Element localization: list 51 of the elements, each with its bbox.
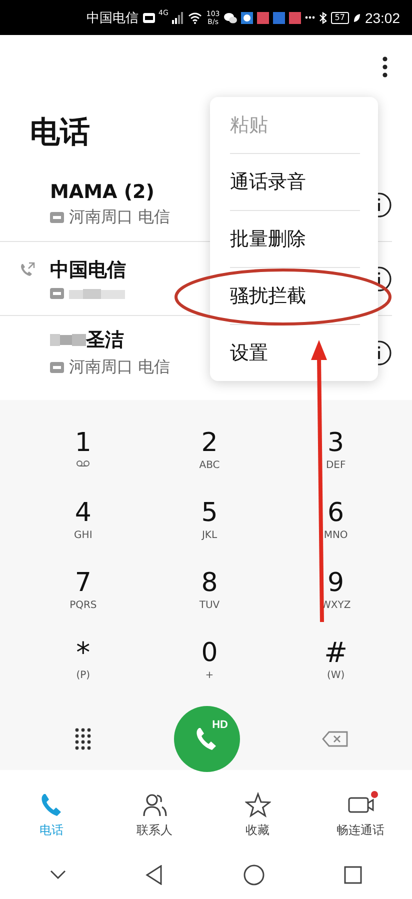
chat-app-icon bbox=[224, 12, 237, 24]
dial-key[interactable]: 0 + bbox=[146, 638, 273, 696]
hd-icon bbox=[50, 288, 64, 299]
bluetooth-icon bbox=[318, 12, 327, 24]
dial-key[interactable]: 1 bbox=[20, 428, 146, 486]
hd-icon bbox=[50, 362, 64, 373]
contact-name: MAMA (2) bbox=[50, 181, 154, 203]
dial-key[interactable]: 4 GHI bbox=[20, 498, 146, 556]
hd-icon bbox=[50, 212, 64, 223]
star-icon bbox=[244, 792, 270, 818]
menu-item[interactable]: 设置 bbox=[230, 325, 360, 381]
app-icons-drawing bbox=[240, 12, 301, 24]
dial-key[interactable]: 5 JKL bbox=[146, 498, 273, 556]
contacts-icon bbox=[142, 792, 168, 818]
blurred-text bbox=[69, 286, 125, 300]
menu-item[interactable]: 骚扰拦截 bbox=[230, 268, 360, 325]
keypad-toggle-icon[interactable] bbox=[74, 727, 92, 751]
dial-key[interactable]: 2 ABC bbox=[146, 428, 273, 486]
voicemail-icon bbox=[76, 460, 90, 467]
bottom-tab[interactable]: 联系人 bbox=[110, 792, 200, 838]
page-title: 电话 bbox=[29, 114, 90, 152]
back-icon[interactable] bbox=[145, 864, 164, 884]
wifi-icon bbox=[188, 12, 202, 24]
dial-key[interactable]: 3 DEF bbox=[272, 428, 399, 486]
menu-item[interactable]: 通话录音 bbox=[230, 154, 360, 211]
dial-key[interactable]: 6 MNO bbox=[272, 498, 399, 556]
recents-icon[interactable] bbox=[344, 866, 362, 884]
bottom-tab[interactable]: 收藏 bbox=[212, 792, 302, 838]
caller-location: 河南周口 电信 bbox=[69, 207, 170, 228]
dial-key[interactable]: 7 PQRS bbox=[20, 568, 146, 626]
dial-key[interactable]: # (W) bbox=[272, 638, 399, 696]
backspace-icon[interactable] bbox=[322, 731, 348, 747]
contact-name: 圣洁 bbox=[86, 328, 124, 353]
carrier-name: 中国电信 bbox=[86, 10, 138, 26]
blurred-text bbox=[50, 332, 86, 348]
clock: 23:02 bbox=[364, 10, 400, 26]
battery-level: 57 bbox=[330, 12, 349, 24]
hd-icon bbox=[142, 12, 154, 22]
signal-icon bbox=[172, 12, 184, 24]
caller-location: 河南周口 电信 bbox=[69, 357, 170, 378]
home-icon[interactable] bbox=[242, 864, 265, 886]
outgoing-call-icon bbox=[19, 262, 35, 278]
leaf-icon bbox=[352, 12, 361, 22]
dial-key[interactable]: * (P) bbox=[20, 638, 146, 696]
dial-key[interactable]: 8 TUV bbox=[146, 568, 273, 626]
chevron-down-icon[interactable] bbox=[50, 870, 66, 879]
more-notifications-icon bbox=[304, 16, 315, 19]
contact-name: 中国电信 bbox=[50, 258, 126, 282]
bottom-tab[interactable]: 畅连通话 bbox=[316, 792, 406, 838]
more-icon[interactable] bbox=[382, 56, 388, 78]
menu-item[interactable]: 批量删除 bbox=[230, 211, 360, 268]
